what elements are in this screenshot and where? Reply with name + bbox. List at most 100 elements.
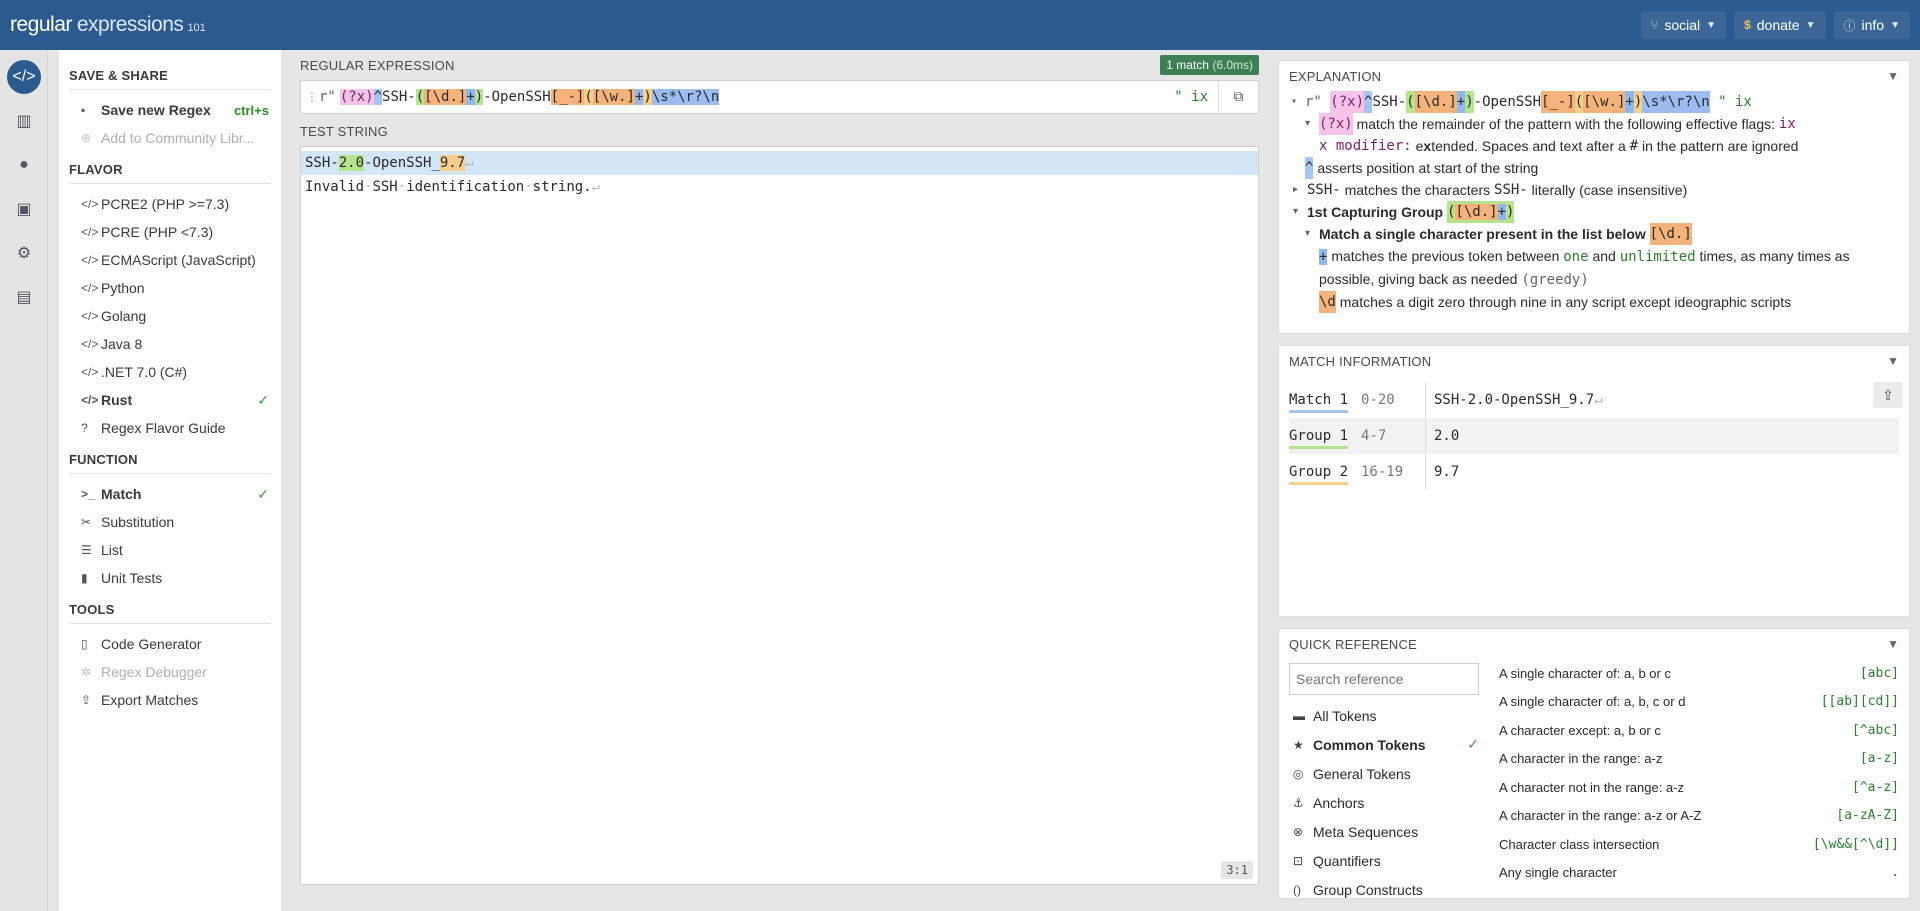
- target-icon: ◎: [1293, 766, 1304, 781]
- info-button[interactable]: ⓘ info ▼: [1833, 11, 1910, 39]
- test-label-row: TEST STRING: [291, 116, 1267, 146]
- add-library-label: Add to Community Libr...: [101, 130, 255, 146]
- match-information-header[interactable]: MATCH INFORMATION ▼: [1279, 346, 1909, 376]
- code-icon: </>: [81, 365, 99, 379]
- tool-regex-debugger[interactable]: ✲ Regex Debugger: [59, 658, 281, 686]
- category-general-tokens[interactable]: ◎ General Tokens: [1289, 759, 1479, 788]
- check-icon: ✓: [257, 391, 269, 408]
- category-all-tokens[interactable]: ▬ All Tokens: [1289, 701, 1479, 730]
- test-string-editor[interactable]: SSH-2.0-OpenSSH_9.7↵ Invalid·SSH·identif…: [300, 146, 1259, 885]
- explanation-literal[interactable]: ▸ SSH- matches the characters SSH- litera…: [1291, 179, 1899, 201]
- category-group-constructs[interactable]: () Group Constructs: [1289, 875, 1479, 898]
- test-line: Invalid·SSH·identification·string.↵: [305, 179, 601, 195]
- function-match[interactable]: >_ Match ✓: [59, 480, 281, 508]
- function-substitution[interactable]: ✂ Substitution: [59, 508, 281, 536]
- chevron-down-icon: ▼: [1706, 19, 1717, 31]
- digit-desc: matches a digit zero through nine in any…: [1339, 294, 1792, 310]
- quick-reference-header[interactable]: QUICK REFERENCE ▼: [1279, 629, 1909, 659]
- flavor-label: Python: [101, 280, 145, 296]
- plus-desc-2: times, as many times as: [1699, 248, 1850, 264]
- x-desc-1: e: [1415, 138, 1424, 154]
- settings-icon[interactable]: ⚙: [7, 236, 41, 270]
- flavor-golang[interactable]: </> Golang: [59, 302, 281, 330]
- category-quantifiers[interactable]: ⊡ Quantifiers: [1289, 846, 1479, 875]
- reference-item[interactable]: A single character of: a, b, c or d [[ab]…: [1499, 688, 1899, 717]
- tool-code-generator[interactable]: ▯ Code Generator: [59, 630, 281, 658]
- category-label: Group Constructs: [1313, 881, 1423, 898]
- category-meta-sequences[interactable]: ⊗ Meta Sequences: [1289, 817, 1479, 846]
- group-row[interactable]: Group 2 16-19 9.7: [1289, 454, 1899, 490]
- explanation-digit: \d matches a digit zero through nine in …: [1291, 291, 1899, 313]
- regex-flavor-guide-link[interactable]: ? Regex Flavor Guide: [59, 414, 281, 442]
- flavor-pcre2[interactable]: </> PCRE2 (PHP >=7.3): [59, 190, 281, 218]
- logo-sub: 101: [187, 22, 206, 34]
- tool-export-matches[interactable]: ⇪ Export Matches: [59, 686, 281, 714]
- regex-flags[interactable]: " ix: [1174, 89, 1208, 105]
- left-sidebar: SAVE & SHARE ▪ Save new Regex ctrl+s ⊕ A…: [59, 50, 281, 911]
- flavor-python[interactable]: </> Python: [59, 274, 281, 302]
- account-icon[interactable]: ●: [7, 148, 41, 182]
- reference-item[interactable]: Any single character.: [1499, 859, 1899, 888]
- regex-input[interactable]: ⋮ r" (?x) ^ SSH-([\d.] +) -OpenSSH [_-]([\w.]…: [300, 80, 1259, 114]
- match-value-text: SSH-2.0-OpenSSH_9.7: [1434, 392, 1595, 408]
- social-button[interactable]: ⑂ social ▼: [1641, 11, 1727, 39]
- category-common-tokens[interactable]: ★ Common Tokens ✓: [1289, 730, 1479, 759]
- reference-item[interactable]: A character except: a, b or c [^abc]: [1499, 716, 1899, 745]
- flask-icon: ▮: [81, 571, 88, 585]
- explanation-header[interactable]: EXPLANATION ▼: [1279, 61, 1909, 91]
- explanation-root[interactable]: ▾ r" (?x) ^ SSH-([\d.] +) -OpenSSH [_-]([\w.] +…: [1291, 91, 1899, 113]
- function-list[interactable]: ☰ List: [59, 536, 281, 564]
- flavor-label: Rust: [101, 392, 133, 408]
- chevron-down-icon: ▼: [1890, 19, 1900, 31]
- quick-reference-list: A single character of: a, b or c [abc] A …: [1489, 659, 1909, 898]
- reference-search-input[interactable]: [1289, 663, 1479, 695]
- add-to-library-button[interactable]: ⊕ Add to Community Libr...: [59, 124, 281, 152]
- flavor-pcre[interactable]: </> PCRE (PHP <7.3): [59, 218, 281, 246]
- save-new-regex-button[interactable]: ▪ Save new Regex ctrl+s: [59, 96, 281, 124]
- save-shortcut: ctrl+s: [233, 102, 269, 118]
- chat-icon[interactable]: ▤: [7, 280, 41, 314]
- flavor-dotnet[interactable]: </> .NET 7.0 (C#): [59, 358, 281, 386]
- reference-desc: A character except: a, b or c: [1499, 722, 1661, 738]
- match-information-panel: MATCH INFORMATION ▼ Match 1 0-20 SSH-2.0…: [1278, 345, 1910, 617]
- function-unit-tests[interactable]: ▮ Unit Tests: [59, 564, 281, 592]
- library-icon[interactable]: ▥: [7, 104, 41, 138]
- export-icon[interactable]: ⇪: [1873, 382, 1903, 408]
- reference-item[interactable]: A single character of: a, b or c [abc]: [1499, 659, 1899, 688]
- function-label: List: [101, 542, 123, 558]
- divider: [69, 183, 271, 184]
- group-value: 2.0: [1425, 418, 1459, 454]
- chevron-down-icon[interactable]: ▼: [1887, 69, 1899, 83]
- code-icon: </>: [81, 197, 99, 211]
- quiz-icon[interactable]: ▣: [7, 192, 41, 226]
- stack-icon: ▬: [1293, 708, 1305, 723]
- terminal-icon: >_: [81, 487, 95, 501]
- flavor-ecmascript[interactable]: </> ECMAScript (JavaScript): [59, 246, 281, 274]
- chevron-down-icon[interactable]: ▼: [1887, 354, 1899, 368]
- reference-item[interactable]: A character in the range: a-z or A-Z [a-z…: [1499, 802, 1899, 831]
- reference-item[interactable]: Character class intersection [\w&&[^\d]]: [1499, 830, 1899, 859]
- flavor-rust[interactable]: </> Rust ✓: [59, 386, 281, 414]
- explanation-flags[interactable]: ▾ (?x) match the remainder of the pattern…: [1291, 113, 1899, 135]
- code-icon: </>: [81, 393, 99, 407]
- copy-icon[interactable]: ⧉: [1218, 81, 1258, 113]
- flavor-java[interactable]: </> Java 8: [59, 330, 281, 358]
- category-label: All Tokens: [1313, 707, 1377, 724]
- group-row[interactable]: Group 1 4-7 2.0: [1289, 418, 1899, 454]
- explanation-group1[interactable]: ▾ 1st Capturing Group ([\d.]+): [1291, 201, 1899, 223]
- explanation-char-class[interactable]: ▾ Match a single character present in the…: [1291, 223, 1899, 245]
- drag-handle-icon: ⋮: [306, 90, 318, 104]
- divider: [69, 89, 271, 90]
- reference-item[interactable]: A character not in the range: a-z [^a-z]: [1499, 773, 1899, 802]
- match-row[interactable]: Match 1 0-20 SSH-2.0-OpenSSH_9.7↵: [1289, 382, 1899, 418]
- donate-button[interactable]: $ donate ▼: [1734, 11, 1826, 39]
- logo-second: expressions: [76, 13, 184, 36]
- x-modifier: x modifier:: [1319, 138, 1412, 154]
- editor-icon[interactable]: </>: [7, 60, 41, 94]
- chevron-down-icon[interactable]: ▼: [1887, 637, 1899, 651]
- category-anchors[interactable]: ⚓ Anchors: [1289, 788, 1479, 817]
- code-icon: </>: [81, 281, 99, 295]
- dollar-icon: $: [1744, 18, 1751, 32]
- reference-item[interactable]: A character in the range: a-z [a-z]: [1499, 745, 1899, 774]
- logo[interactable]: regular expressions 101: [10, 13, 206, 37]
